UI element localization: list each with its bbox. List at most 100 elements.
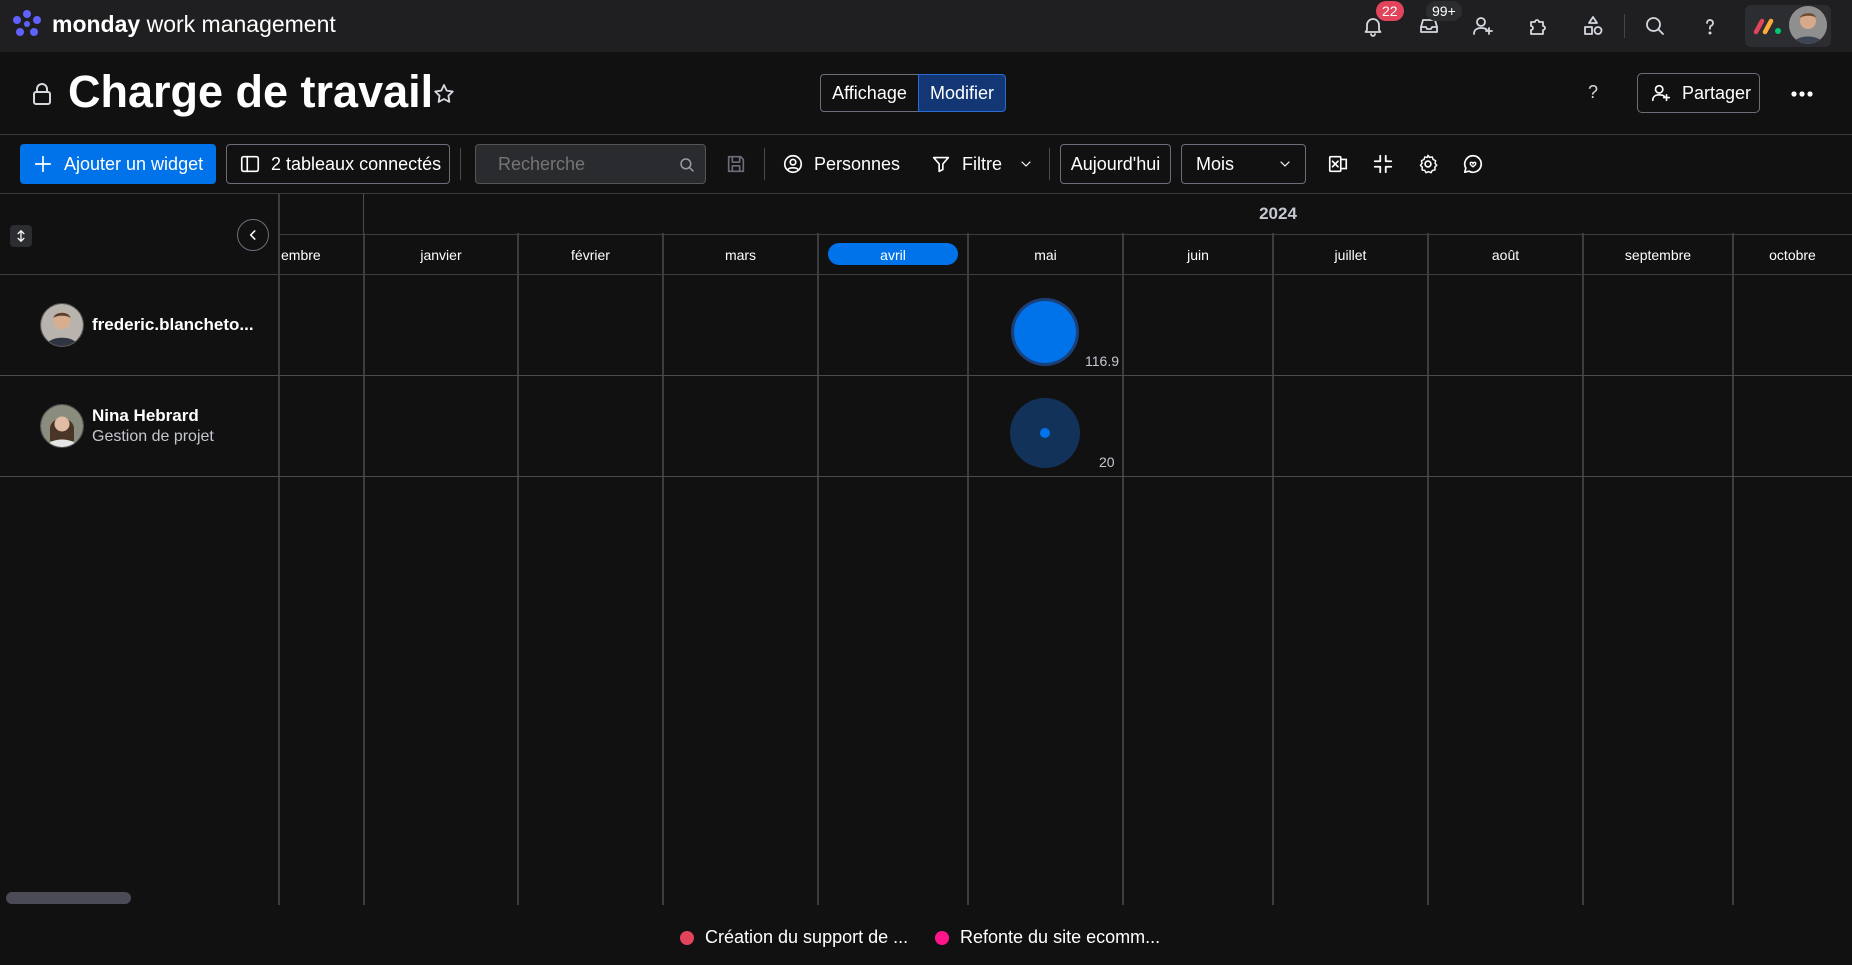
search-field[interactable] xyxy=(475,144,706,184)
month-divider xyxy=(517,233,519,905)
more-options-icon[interactable] xyxy=(1790,90,1814,98)
month-label: mai xyxy=(1034,247,1057,263)
puzzle-icon xyxy=(1530,19,1546,35)
connected-boards-button[interactable]: 2 tableaux connectés xyxy=(226,144,450,184)
person-circle-icon xyxy=(783,154,803,174)
add-widget-label: Ajouter un widget xyxy=(64,153,204,174)
search-button[interactable] xyxy=(1639,10,1671,42)
person-role: Gestion de projet xyxy=(92,428,214,445)
workload-bubble[interactable] xyxy=(1014,301,1076,363)
sort-arrows-icon xyxy=(17,230,25,242)
toolbar-divider xyxy=(1049,148,1050,180)
workload-value: 116.9 xyxy=(1085,353,1119,369)
month-divider xyxy=(967,233,969,905)
feedback-chat-icon[interactable] xyxy=(1462,153,1484,175)
plus-icon xyxy=(34,155,52,173)
board-help-button[interactable]: ? xyxy=(1588,82,1598,103)
period-select[interactable]: Mois xyxy=(1181,144,1306,184)
year-divider xyxy=(363,193,364,234)
sort-toggle[interactable] xyxy=(10,225,32,247)
person-row[interactable]: frederic.blancheto... xyxy=(0,275,279,375)
chevron-down-icon xyxy=(1021,161,1031,167)
search-input[interactable] xyxy=(496,153,660,176)
user-photo-icon xyxy=(1789,6,1827,44)
month-label: septembre xyxy=(1624,247,1692,263)
month-label: janvier xyxy=(420,247,462,263)
filter-icon xyxy=(932,156,950,173)
settings-gear-icon[interactable] xyxy=(1417,153,1439,175)
legend-item-label[interactable]: Création du support de ... xyxy=(705,927,908,948)
month-label: avril xyxy=(880,247,906,263)
chevron-down-icon xyxy=(1280,161,1290,167)
workload-value: 20 xyxy=(1099,454,1115,470)
people-filter-button[interactable]: Personnes xyxy=(782,144,902,184)
avatar xyxy=(40,303,84,347)
legend-dot xyxy=(935,931,949,945)
save-icon[interactable] xyxy=(725,153,747,175)
account-menu[interactable] xyxy=(1745,5,1831,47)
lock-icon xyxy=(33,83,51,105)
inbox-badge: 99+ xyxy=(1426,1,1462,21)
filter-button[interactable]: Filtre xyxy=(930,144,1034,184)
board-icon xyxy=(240,155,260,173)
person-photo-icon xyxy=(41,405,83,447)
edit-mode-button[interactable]: Modifier xyxy=(918,74,1006,112)
notifications-badge: 22 xyxy=(1376,1,1404,21)
add-person-icon xyxy=(1473,17,1493,35)
toolbar-divider xyxy=(764,148,765,180)
person-row[interactable]: Nina Hebrard Gestion de projet xyxy=(0,376,279,476)
question-icon xyxy=(1706,19,1714,35)
display-mode-button[interactable]: Affichage xyxy=(820,74,919,112)
person-photo-icon xyxy=(41,304,83,346)
brand-bold: monday xyxy=(52,11,141,37)
month-label: juin xyxy=(1187,247,1209,263)
month-divider xyxy=(1732,233,1734,905)
shapes-icon xyxy=(1584,16,1603,35)
search-icon xyxy=(1646,17,1664,35)
today-button[interactable]: Aujourd'hui xyxy=(1060,144,1171,184)
templates-button[interactable] xyxy=(1577,10,1609,42)
row-divider xyxy=(0,476,1852,477)
avatar xyxy=(40,404,84,448)
search-icon xyxy=(680,158,694,172)
horizontal-scrollbar[interactable] xyxy=(6,892,131,904)
share-label: Partager xyxy=(1682,82,1752,103)
brand-light: work management xyxy=(146,11,336,37)
month-divider xyxy=(662,233,664,905)
page-title[interactable]: Charge de travail xyxy=(68,66,433,118)
month-divider xyxy=(363,233,365,905)
month-label: embre xyxy=(281,247,321,263)
month-label: octobre xyxy=(1769,247,1816,263)
excel-export-icon[interactable] xyxy=(1327,153,1349,175)
board-header: Charge de travail Affichage Modifier ? P… xyxy=(0,52,1852,135)
connected-boards-label: 2 tableaux connectés xyxy=(271,153,442,174)
topbar-divider xyxy=(1624,14,1625,38)
period-select-value: Mois xyxy=(1196,153,1235,174)
add-widget-button[interactable]: Ajouter un widget xyxy=(20,144,216,184)
month-divider xyxy=(1272,233,1274,905)
top-bar: monday work management 22 99+ xyxy=(0,0,1852,52)
month-divider xyxy=(1122,233,1124,905)
help-button[interactable] xyxy=(1694,10,1726,42)
monday-product-icon xyxy=(1753,18,1781,35)
people-filter-label: Personnes xyxy=(814,153,901,174)
workload-bubble-fill xyxy=(1040,428,1050,438)
share-button[interactable]: Partager xyxy=(1637,73,1760,113)
collapse-icon[interactable] xyxy=(1372,153,1394,175)
month-label: août xyxy=(1491,247,1520,263)
chevron-left-icon xyxy=(249,230,256,240)
legend-item-label[interactable]: Refonte du site ecomm... xyxy=(960,927,1160,948)
toolbar-divider xyxy=(460,148,461,180)
month-divider xyxy=(1582,233,1584,905)
widget-toolbar: Ajouter un widget 2 tableaux connectés P… xyxy=(0,135,1852,194)
apps-button[interactable] xyxy=(1522,10,1554,42)
brand-name: monday work management xyxy=(52,11,336,38)
person-name: frederic.blancheto... xyxy=(92,315,254,334)
monday-logo-icon[interactable] xyxy=(10,8,44,42)
collapse-people-button[interactable] xyxy=(237,219,269,251)
add-person-icon xyxy=(1651,84,1671,102)
invite-members-button[interactable] xyxy=(1467,10,1499,42)
person-name: Nina Hebrard xyxy=(92,406,199,425)
star-icon[interactable] xyxy=(432,82,456,106)
year-row-divider xyxy=(279,234,1852,235)
